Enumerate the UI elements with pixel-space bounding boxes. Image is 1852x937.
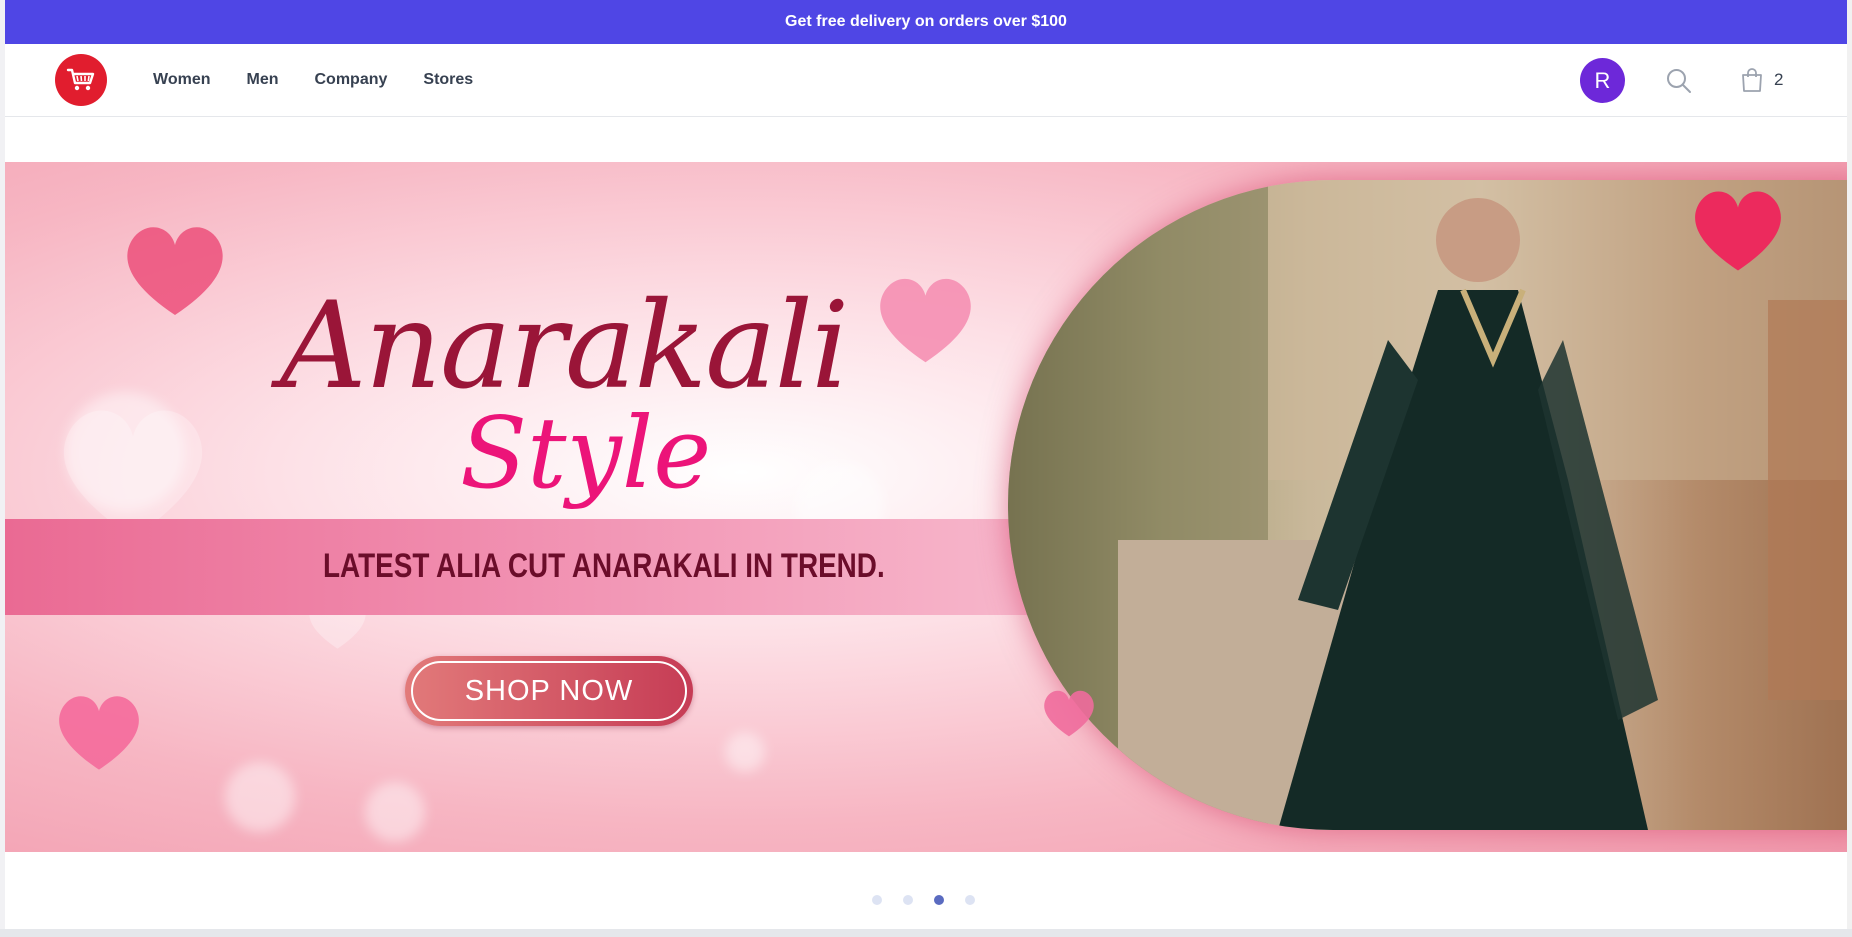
main-nav: Women Men Company Stores bbox=[153, 44, 509, 116]
bokeh-light bbox=[725, 732, 765, 772]
cart-count: 2 bbox=[1774, 70, 1784, 89]
carousel-indicators bbox=[872, 895, 996, 905]
hero-title: Anarakali bbox=[280, 277, 849, 416]
shopping-bag-icon bbox=[1742, 68, 1762, 92]
nav-link-women[interactable]: Women bbox=[153, 71, 210, 89]
nav-link-company[interactable]: Company bbox=[314, 71, 387, 89]
model-photo-illustration bbox=[1008, 180, 1847, 830]
bokeh-light bbox=[365, 782, 425, 842]
heart-decoration bbox=[1044, 690, 1094, 737]
heart-decoration bbox=[59, 696, 139, 770]
heart-decoration bbox=[1695, 191, 1781, 271]
window-bottom-edge bbox=[0, 929, 1852, 937]
hero-tagline: LATEST ALIA CUT ANARAKALI IN TREND. bbox=[323, 547, 885, 585]
heart-decoration bbox=[880, 278, 971, 363]
bokeh-light bbox=[225, 762, 295, 832]
shopping-cart-icon bbox=[66, 68, 95, 91]
heart-decoration bbox=[127, 227, 223, 315]
carousel-dot-2[interactable] bbox=[903, 895, 913, 905]
announcement-bar: Get free delivery on orders over $100 bbox=[5, 0, 1847, 44]
top-navbar: Women Men Company Stores R 2 bbox=[5, 44, 1847, 117]
search-button[interactable] bbox=[1665, 67, 1693, 95]
vertical-scrollbar[interactable] bbox=[1847, 0, 1852, 937]
cart-button[interactable]: 2 bbox=[1740, 64, 1810, 96]
shop-now-label: SHOP NOW bbox=[411, 661, 687, 721]
shop-now-button[interactable]: SHOP NOW bbox=[405, 656, 693, 726]
hero-model-photo bbox=[1008, 180, 1847, 830]
nav-link-men[interactable]: Men bbox=[246, 71, 278, 89]
page: Get free delivery on orders over $100 Wo… bbox=[0, 0, 1852, 937]
hero-banner[interactable]: Anarakali Style LATEST ALIA CUT ANARAKAL… bbox=[5, 162, 1847, 852]
avatar-initial: R bbox=[1594, 67, 1611, 93]
search-icon bbox=[1667, 69, 1691, 93]
nav-link-stores[interactable]: Stores bbox=[423, 71, 473, 89]
announcement-text: Get free delivery on orders over $100 bbox=[785, 13, 1067, 30]
hero-subtitle: Style bbox=[460, 397, 712, 511]
carousel-dot-3[interactable] bbox=[934, 895, 944, 905]
carousel-dot-1[interactable] bbox=[872, 895, 882, 905]
user-avatar[interactable]: R bbox=[1580, 58, 1625, 103]
carousel-dot-4[interactable] bbox=[965, 895, 975, 905]
store-logo[interactable] bbox=[55, 54, 107, 106]
